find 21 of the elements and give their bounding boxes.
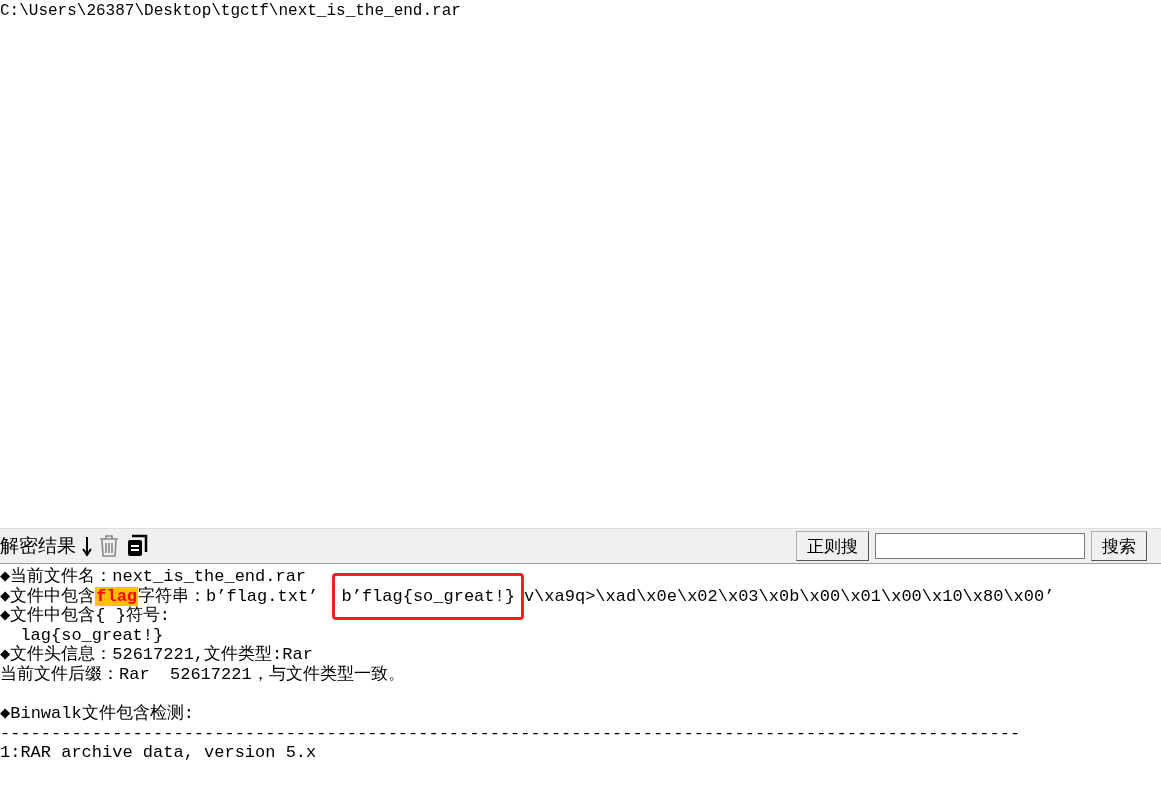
output-line: 字符串：b’flag.txt’ (138, 586, 320, 606)
framed-text: b’flag{so_great!} (332, 572, 524, 621)
file-path: C:\Users\26387\Desktop\tgctf\next_is_the_end.rar (0, 2, 461, 20)
search-button[interactable]: 搜索 (1091, 531, 1147, 561)
output-line: ◆文件中包含{ }符号: (0, 606, 172, 626)
trash-icon[interactable] (98, 534, 120, 558)
output-line: 当前文件后缀：Rar 52617221，与文件类型一致。 (0, 664, 406, 685)
search-field[interactable] (875, 533, 1085, 559)
output-line: 1:RAR archive data, version 5.x (0, 743, 318, 763)
output-line: v\xa9q>\xad\x0e\x02\x03\x0b\x00\x01\x00\x10\x80\x00’ (523, 586, 1055, 606)
output-line: ◆Binwalk文件包含检测: (0, 704, 195, 724)
panel-title: 解密结果 (0, 533, 76, 558)
copy-icon[interactable] (126, 534, 148, 558)
output-line: ---------------------------------------------------------------------------------------------------- (0, 723, 1022, 744)
keyword-highlight: flag (95, 586, 139, 607)
output-line: lag{so_great!} (19, 625, 165, 645)
output-line: ◆文件中包含 (0, 586, 96, 606)
down-arrow-icon[interactable] (82, 535, 92, 557)
output-line: ◆当前文件名：next_is_the_end.rar (0, 567, 308, 586)
regex-search-button[interactable]: 正则搜 (796, 531, 869, 561)
output-line: ◆文件头信息：52617221,文件类型:Rar (0, 645, 314, 665)
